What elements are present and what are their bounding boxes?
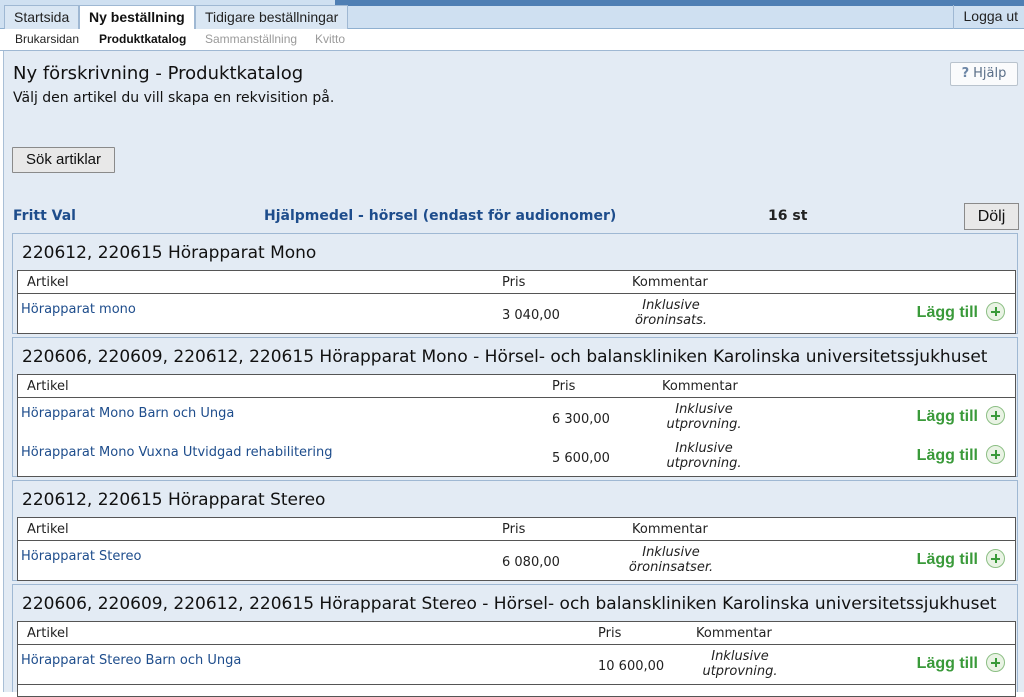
subnav-brukarsidan[interactable]: Brukarsidan — [15, 32, 79, 46]
top-nav: Startsida Ny beställning Tidigare bestäl… — [0, 0, 1024, 29]
article-comment: Inklusiveöroninsats. — [611, 298, 731, 328]
col-comment: Kommentar — [662, 379, 738, 394]
subnav-kvitto: Kvitto — [315, 32, 345, 46]
article-link[interactable]: Hörapparat Stereo Barn och Unga — [21, 653, 241, 668]
sub-nav: Brukarsidan Produktkatalog Sammanställni… — [0, 29, 1024, 51]
col-comment: Kommentar — [632, 522, 708, 537]
table-header: Artikel Pris Kommentar — [17, 621, 1016, 645]
product-group: 220606, 220609, 220612, 220615 Hörappara… — [12, 584, 1018, 692]
tab-startsida[interactable]: Startsida — [4, 5, 79, 29]
article-comment: Inklusiveutprovning. — [644, 402, 764, 432]
article-price: 3 040,00 — [502, 308, 560, 323]
plus-icon — [986, 445, 1005, 464]
table-row: Hörapparat mono 3 040,00 Inklusiveöronin… — [17, 294, 1016, 334]
col-price: Pris — [598, 626, 621, 641]
page-title: Ny förskrivning - Produktkatalog — [13, 63, 303, 84]
group-title: 220606, 220609, 220612, 220615 Hörappara… — [22, 594, 997, 614]
col-price: Pris — [552, 379, 575, 394]
article-comment: Inklusiveutprovning. — [644, 441, 764, 471]
help-label: Hjälp — [973, 66, 1006, 81]
subnav-produktkatalog[interactable]: Produktkatalog — [99, 32, 186, 46]
article-link[interactable]: Hörapparat Mono Vuxna Utvidgad rehabilit… — [21, 445, 333, 460]
col-article: Artikel — [27, 522, 69, 537]
product-group: 220612, 220615 Hörapparat Mono Artikel P… — [12, 233, 1018, 334]
group-title: 220612, 220615 Hörapparat Mono — [22, 243, 316, 263]
hide-button[interactable]: Dölj — [964, 203, 1019, 230]
article-price: 5 600,00 — [552, 451, 610, 466]
group-title: 220606, 220609, 220612, 220615 Hörappara… — [22, 347, 987, 367]
table-header: Artikel Pris Kommentar — [17, 517, 1016, 541]
plus-icon — [986, 653, 1005, 672]
table-header: Artikel Pris Kommentar — [17, 374, 1016, 398]
category-count: 16 st — [768, 208, 807, 224]
table-header: Artikel Pris Kommentar — [17, 270, 1016, 294]
col-comment: Kommentar — [696, 626, 772, 641]
help-button[interactable]: ?Hjälp — [950, 62, 1018, 86]
product-group: 220612, 220615 Hörapparat Stereo Artikel… — [12, 480, 1018, 581]
article-price: 10 600,00 — [598, 659, 664, 674]
article-price: 6 080,00 — [502, 555, 560, 570]
article-link[interactable]: Hörapparat Mono Barn och Unga — [21, 406, 234, 421]
plus-icon — [986, 549, 1005, 568]
col-article: Artikel — [27, 275, 69, 290]
header-stripe — [335, 0, 1024, 6]
add-button[interactable]: Lägg till — [917, 549, 1005, 571]
table-row: Hörapparat Stereo 6 080,00 Inklusiveöron… — [17, 541, 1016, 581]
article-link[interactable]: Hörapparat mono — [21, 302, 136, 317]
group-title: 220612, 220615 Hörapparat Stereo — [22, 490, 325, 510]
article-link[interactable]: Hörapparat Stereo — [21, 549, 141, 564]
table-row: Hörapparat Mono Barn och Unga 6 300,00 I… — [17, 398, 1016, 438]
table-row: Hörapparat Stereo Barn och Unga 10 600,0… — [17, 645, 1016, 685]
add-button[interactable]: Lägg till — [917, 653, 1005, 675]
article-comment: Inklusiveöroninsatser. — [611, 545, 731, 575]
col-price: Pris — [502, 522, 525, 537]
col-price: Pris — [502, 275, 525, 290]
subnav-sammanstallning: Sammanställning — [205, 32, 297, 46]
table-row — [17, 685, 1016, 697]
help-icon: ? — [962, 66, 970, 81]
tab-tidigare-bestallningar[interactable]: Tidigare beställningar — [195, 5, 348, 29]
add-button[interactable]: Lägg till — [917, 406, 1005, 428]
table-row: Hörapparat Mono Vuxna Utvidgad rehabilit… — [17, 437, 1016, 477]
article-comment: Inklusiveutprovning. — [680, 649, 800, 679]
add-button[interactable]: Lägg till — [917, 445, 1005, 467]
product-group: 220606, 220609, 220612, 220615 Hörappara… — [12, 337, 1018, 477]
col-article: Artikel — [27, 379, 69, 394]
search-articles-button[interactable]: Sök artiklar — [12, 147, 115, 173]
col-article: Artikel — [27, 626, 69, 641]
add-button[interactable]: Lägg till — [917, 302, 1005, 324]
plus-icon — [986, 302, 1005, 321]
category-filter: Fritt Val — [13, 208, 76, 224]
plus-icon — [986, 406, 1005, 425]
category-name: Hjälpmedel - hörsel (endast för audionom… — [264, 208, 616, 224]
tab-ny-bestallning[interactable]: Ny beställning — [79, 5, 195, 30]
logout-button[interactable]: Logga ut — [953, 5, 1024, 29]
col-comment: Kommentar — [632, 275, 708, 290]
article-price: 6 300,00 — [552, 412, 610, 427]
category-bar: Fritt Val Hjälpmedel - hörsel (endast fö… — [10, 203, 1020, 231]
page-subtitle: Välj den artikel du vill skapa en rekvis… — [13, 90, 334, 106]
